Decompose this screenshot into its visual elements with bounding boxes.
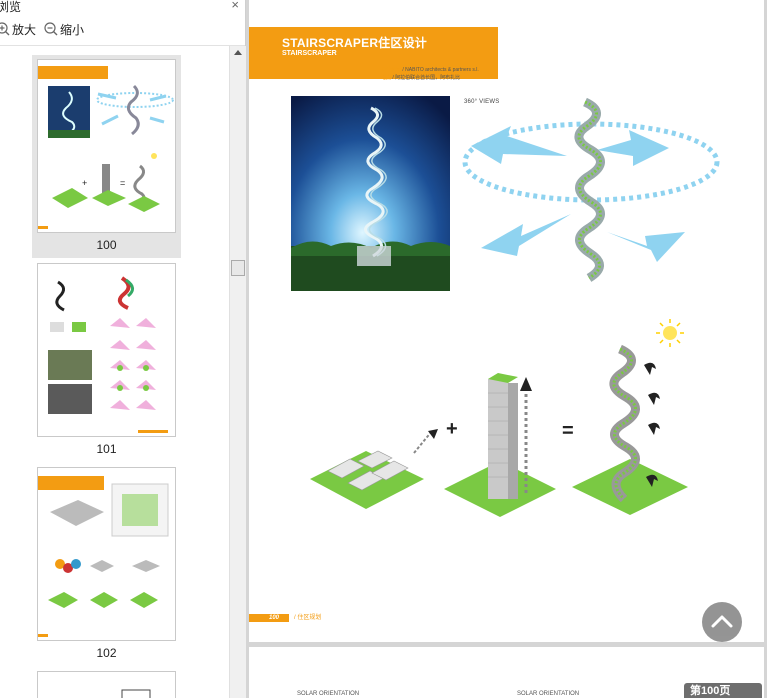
thumbnail-page-image (37, 467, 176, 641)
thumbnail-page-image: + = (37, 59, 176, 233)
thumbnail-item-100[interactable]: + = 100 (32, 55, 181, 258)
page-footer-number: 100 (249, 614, 289, 622)
zoom-in-label: 放大 (12, 22, 37, 37)
thumbnail-page-number: 100 (96, 238, 117, 252)
thumbnail-scrollbar[interactable] (229, 46, 246, 698)
panel-title: 浏览 (0, 0, 22, 14)
thumbnail-page-image (37, 671, 176, 698)
next-page-heading-left: SOLAR ORIENTATION (297, 691, 360, 697)
chevron-up-icon (711, 615, 733, 628)
document-page: STAIRSCRAPER住区设计 STAIRSCRAPER 设计公司 / NAB… (249, 0, 764, 642)
thumbnail-103-graphic (121, 689, 151, 698)
thumbnail-102-graphic (38, 476, 169, 637)
panel-header: 浏览 × (0, 0, 245, 14)
svg-text:=: = (120, 178, 125, 188)
banner-title: STAIRSCRAPER住区设计 (282, 36, 427, 50)
back-to-top-button[interactable] (702, 602, 742, 642)
pdf-reader-window: 浏览 × 放大 缩小 + = 100 101 102 STAIRSCRAPER住… (0, 0, 767, 698)
banner-subtitle: STAIRSCRAPER (282, 50, 337, 57)
credit-designer: 设计公司 / NABITO architects & partners s.l. (381, 67, 479, 73)
close-icon[interactable]: × (231, 0, 239, 12)
scrollbar-thumb[interactable] (231, 260, 245, 276)
thumbnail-page-image (37, 263, 176, 437)
thumbnail-page-number: 102 (96, 646, 117, 660)
zoom-toolbar: 放大 缩小 (0, 13, 245, 46)
page-footer-section: / 住区规划 (294, 615, 322, 621)
document-viewer[interactable]: STAIRSCRAPER住区设计 STAIRSCRAPER 设计公司 / NAB… (246, 0, 767, 698)
svg-text:+: + (82, 178, 87, 188)
page-indicator: 第100页 (684, 683, 762, 698)
thumbnail-101-graphic (48, 276, 168, 433)
scroll-up-arrow-icon[interactable] (234, 50, 242, 55)
views-label: 360° VIEWS (464, 99, 500, 105)
zoom-out-icon (44, 22, 58, 36)
svg-text:+: + (446, 418, 458, 440)
thumbnail-item-102[interactable]: 102 (32, 463, 181, 666)
svg-text:=: = (562, 420, 574, 442)
zoom-out-label: 缩小 (60, 22, 85, 37)
thumbnail-list: + = 100 101 102 (0, 46, 230, 698)
tower-photo (291, 96, 450, 291)
thumbnail-item-103[interactable] (32, 667, 181, 698)
360-views-diagram (461, 96, 729, 291)
zoom-out-button[interactable]: 缩小 (44, 21, 84, 38)
equation-diagram: + = (310, 319, 688, 517)
zoom-in-button[interactable]: 放大 (0, 21, 36, 38)
thumbnail-item-101[interactable]: 101 (32, 259, 181, 462)
thumbnail-100-graphic: + = (38, 66, 174, 229)
credit-location: 地点 / 阿拉伯联合酋长国，阿布扎比 (381, 75, 461, 81)
thumbnail-page-number: 101 (96, 442, 117, 456)
next-page-heading-right: SOLAR ORIENTATION (517, 691, 580, 697)
zoom-in-icon (0, 22, 10, 36)
thumbnail-panel: 浏览 × 放大 缩小 + = 100 101 102 (0, 0, 246, 698)
